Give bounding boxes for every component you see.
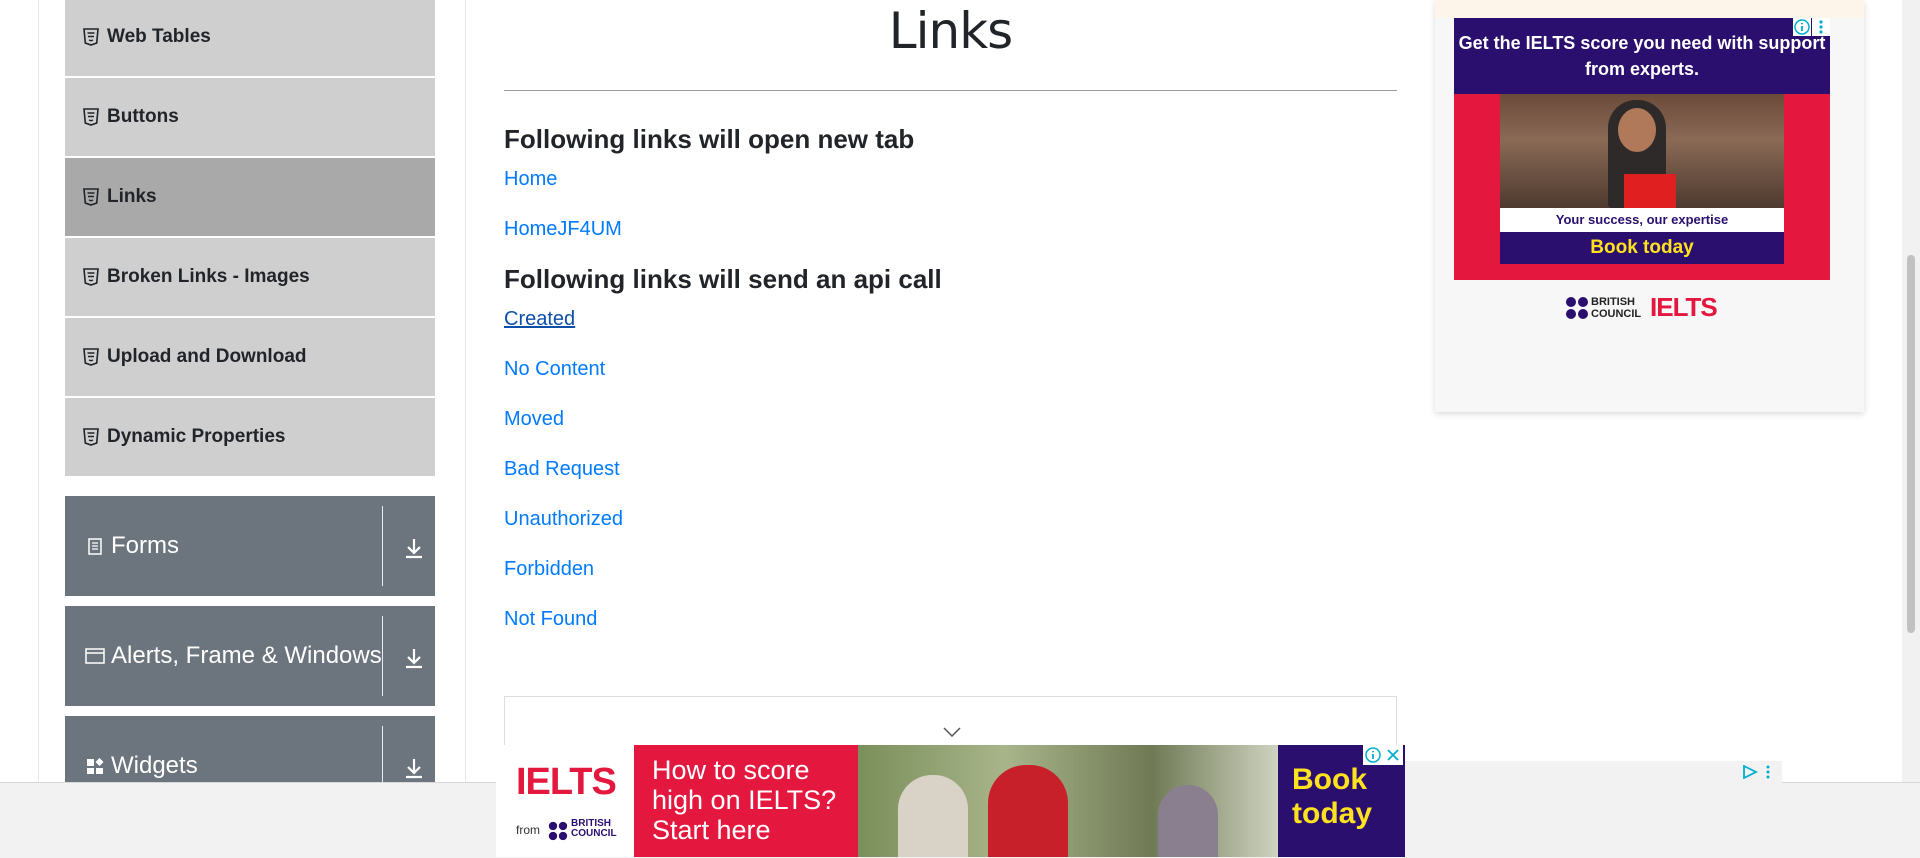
link-home[interactable]: Home (504, 168, 557, 191)
ad-menu-icon[interactable] (1812, 18, 1830, 36)
banner-close-icon[interactable] (1383, 745, 1403, 765)
ad-info-icon[interactable] (1793, 18, 1811, 36)
chevron-down-icon (943, 727, 961, 737)
banner-headline-line-3: Start here (652, 815, 771, 845)
sidebar-item-label: Upload and Download (107, 346, 307, 367)
sidebar-item-label: Dynamic Properties (107, 426, 286, 447)
sidebar-item-upload-download[interactable]: Upload and Download (65, 318, 435, 396)
banner-headline-line-2: high on IELTS? (652, 785, 837, 815)
link-created[interactable]: Created (504, 308, 575, 331)
ad-photo-book (1624, 174, 1676, 208)
british-council-logo-icon (548, 821, 568, 841)
html5-icon (83, 188, 99, 206)
british-council-text: BRITISH COUNCIL (1591, 296, 1641, 320)
sidebar-right-divider (465, 0, 466, 782)
link-home-dynamic[interactable]: HomeJF4UM (504, 218, 622, 241)
banner-photo-person (1158, 785, 1218, 857)
form-icon (88, 538, 102, 555)
banner-book-today[interactable]: Book today (1292, 763, 1372, 831)
banner-cta-line-2: today (1292, 797, 1373, 830)
banner-photo-person (898, 775, 968, 857)
html5-icon (83, 108, 99, 126)
left-sidebar: Web Tables Buttons Links Broken Links - … (0, 0, 466, 857)
link-unauthorized[interactable]: Unauthorized (504, 508, 623, 531)
link-bad-request[interactable]: Bad Request (504, 458, 620, 481)
group-divider (382, 616, 383, 696)
scrollbar-thumb[interactable] (1907, 255, 1915, 633)
right-ad[interactable]: Get the IELTS score you need with suppor… (1435, 0, 1864, 412)
banner-logo-box: IELTS from BRITISH COUNCIL (496, 745, 634, 857)
sponsor-line-2: COUNCIL (1591, 308, 1642, 320)
sidebar-item-buttons[interactable]: Buttons (65, 78, 435, 156)
banner-info-icon[interactable] (1363, 745, 1383, 765)
html5-icon (83, 268, 99, 286)
sidebar-item-web-tables[interactable]: Web Tables (65, 0, 435, 76)
sidebar-item-label: Web Tables (107, 26, 211, 47)
banner-photo-person (988, 765, 1068, 857)
group-divider (382, 506, 383, 586)
ad-photo (1500, 94, 1784, 208)
ad-photo-face (1618, 108, 1656, 152)
bottom-banner-ad[interactable]: IELTS from BRITISH COUNCIL How to score … (496, 745, 1405, 857)
window-icon (85, 648, 105, 664)
ielts-logo: IELTS (1650, 292, 1718, 322)
ad-sponsor-logos: BRITISH COUNCIL IELTS (1435, 292, 1864, 326)
ad-tagline: Your success, our expertise (1500, 208, 1784, 232)
download-arrow-icon (406, 649, 422, 669)
sponsor-line-1: BRITISH (1591, 296, 1635, 308)
widgets-icon (87, 758, 104, 774)
group-header-alerts[interactable]: Alerts, Frame & Windows (65, 606, 435, 706)
sidebar-left-divider (38, 0, 39, 782)
ad-book-button[interactable]: Book today (1500, 232, 1784, 264)
html5-icon (83, 28, 99, 46)
page-scrollbar[interactable] (1902, 0, 1920, 782)
html5-icon (83, 348, 99, 366)
ad-menu-icon[interactable] (1764, 765, 1772, 779)
banner-photo (858, 745, 1278, 857)
group-header-forms[interactable]: Forms (65, 496, 435, 596)
sidebar-item-links[interactable]: Links (65, 158, 435, 236)
download-arrow-icon (406, 539, 422, 559)
sidebar-item-label: Broken Links - Images (107, 266, 310, 287)
banner-sponsor-line-2: COUNCIL (571, 828, 617, 839)
download-arrow-icon (406, 759, 422, 779)
ad-creative[interactable]: Get the IELTS score you need with suppor… (1454, 18, 1830, 280)
html5-icon (83, 428, 99, 446)
ad-choices-icon[interactable] (1742, 765, 1758, 779)
title-divider (504, 90, 1397, 91)
link-not-found[interactable]: Not Found (504, 608, 597, 631)
sidebar-item-broken-links[interactable]: Broken Links - Images (65, 238, 435, 316)
group-label: Widgets (111, 752, 198, 779)
banner-cta-line-1: Book (1292, 763, 1367, 796)
link-forbidden[interactable]: Forbidden (504, 558, 594, 581)
mini-ad-strip (1386, 761, 1782, 783)
banner-headline-line-1: How to score (652, 755, 810, 785)
banner-from-text: from (516, 823, 540, 837)
british-council-logo-icon (1566, 297, 1588, 319)
new-tab-heading: Following links will open new tab (504, 124, 915, 154)
sidebar-item-label: Links (107, 186, 157, 207)
link-moved[interactable]: Moved (504, 408, 564, 431)
banner-headline: How to score high on IELTS? Start here (652, 755, 836, 845)
api-heading: Following links will send an api call (504, 264, 942, 294)
banner-headline-panel: How to score high on IELTS? Start here (634, 745, 858, 857)
sidebar-item-label: Buttons (107, 106, 179, 127)
banner-ielts-logo: IELTS (516, 761, 617, 803)
ad-top-stripe (1435, 0, 1864, 18)
group-label: Forms (111, 532, 179, 559)
banner-sponsor-text: BRITISH COUNCIL (571, 819, 617, 839)
ad-headline: Get the IELTS score you need with suppor… (1454, 18, 1830, 94)
page-title: Links (888, 2, 1013, 60)
group-label: Alerts, Frame & Windows (111, 642, 382, 669)
sidebar-item-dynamic-properties[interactable]: Dynamic Properties (65, 398, 435, 476)
link-no-content[interactable]: No Content (504, 358, 605, 381)
